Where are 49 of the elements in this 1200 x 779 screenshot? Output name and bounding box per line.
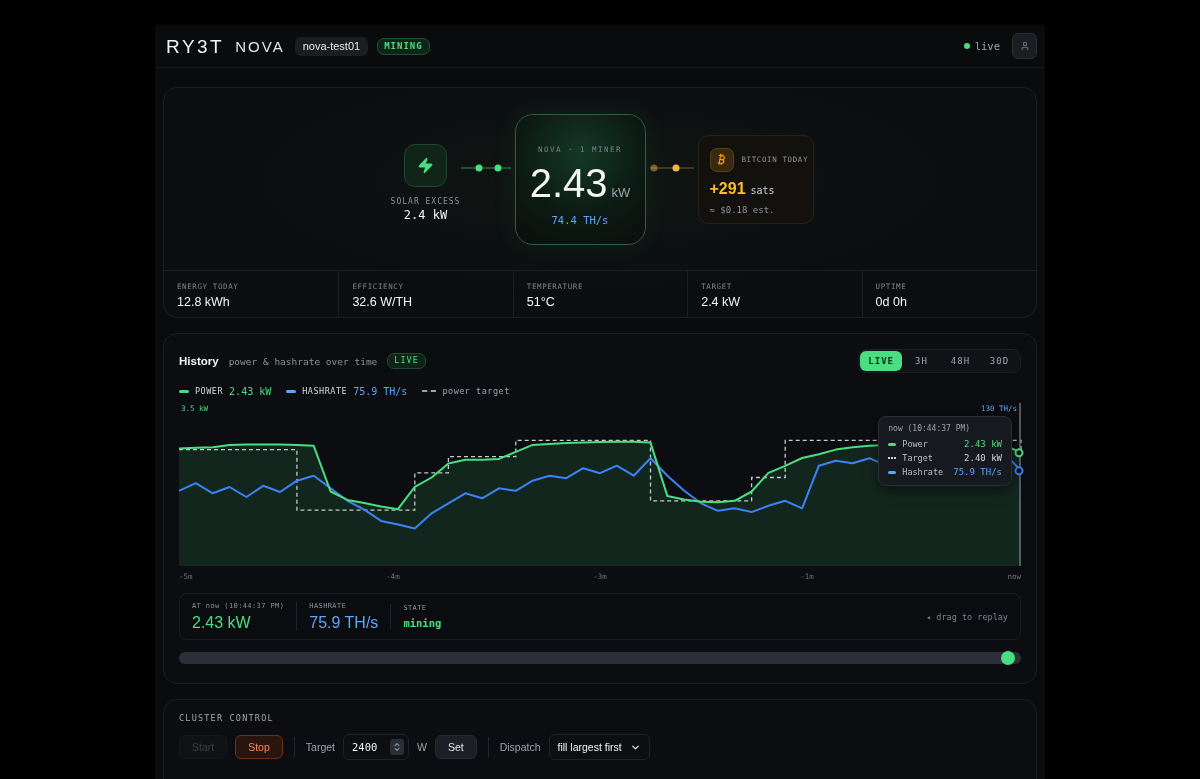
legend-value: 2.43 kW (229, 385, 272, 397)
range-tab[interactable]: 48H (941, 351, 980, 371)
device-badge: nova-test01 (294, 36, 369, 56)
replay-slider[interactable] (179, 652, 1021, 664)
power-unit: kW (611, 184, 631, 200)
readout-power: 2.43 kW (192, 613, 252, 632)
earnings-amount: +291 (709, 180, 746, 197)
dispatch-select[interactable]: fill largest first (548, 734, 650, 760)
product-name: NOVA (235, 38, 285, 54)
legend-label: POWER (195, 386, 224, 396)
live-label: live (974, 40, 1000, 52)
stat-value: 0d 0h (875, 295, 908, 309)
hashrate-value: 74.4 TH/s (551, 213, 609, 226)
source-value: 2.4 kW (403, 208, 448, 223)
panel-title: History (179, 355, 219, 367)
connector-icon (460, 164, 511, 172)
source-label: SOLAR EXCESS (390, 196, 461, 207)
range-tab[interactable]: 30D (980, 351, 1019, 371)
set-button[interactable]: Set (434, 735, 477, 759)
logo: RY3T (166, 36, 225, 56)
legend-value: 75.9 TH/s (353, 385, 408, 397)
legend-label: HASHRATE (302, 386, 348, 396)
stat-value: 12.8 kWh (177, 295, 231, 309)
earnings-unit: sats (750, 184, 775, 196)
panel-subtitle: power & hashrate over time (228, 355, 378, 367)
live-badge: LIVE (387, 353, 426, 369)
unit-label: W (417, 741, 427, 753)
range-tab[interactable]: LIVE (860, 351, 902, 371)
readout-state: mining (403, 617, 442, 630)
stat-value: 51°C (526, 295, 556, 309)
status-badge: MINING (377, 37, 430, 55)
target-label: Target (305, 741, 335, 753)
replay-hint: ◂ drag to replay (926, 611, 1008, 622)
account-button[interactable] (1012, 33, 1037, 59)
panel-title: CLUSTER CONTROL (179, 712, 275, 724)
earnings-estimate: ≈ $0.18 est. (709, 204, 776, 215)
readout-hashrate: 75.9 TH/s (309, 613, 379, 632)
stat-value: 2.4 kW (701, 295, 742, 309)
user-icon (1019, 41, 1030, 51)
dispatch-label: Dispatch (499, 741, 541, 753)
legend-label: power target (442, 386, 510, 396)
power-value: 2.43 (529, 162, 608, 203)
range-tab[interactable]: 3H (902, 351, 941, 371)
stop-button[interactable]: Stop (235, 735, 283, 759)
stat-value: 32.6 W/TH (352, 295, 414, 309)
lightning-icon (404, 143, 447, 187)
slider-thumb[interactable] (1001, 651, 1015, 665)
bitcoin-icon (709, 147, 734, 172)
connector-icon (649, 164, 694, 172)
